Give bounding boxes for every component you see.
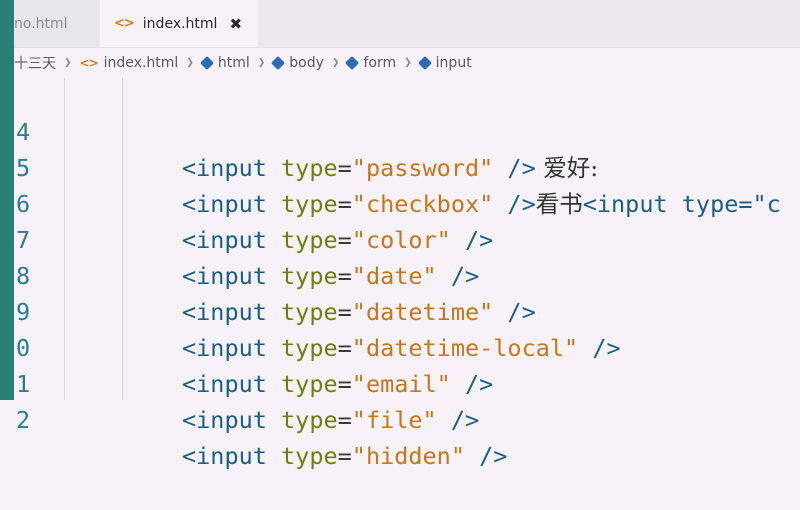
- breadcrumb-body[interactable]: body: [271, 55, 324, 71]
- breadcrumb-label: index.html: [103, 55, 179, 71]
- breadcrumb-folder[interactable]: 十三天: [14, 53, 56, 73]
- code-text: <input type="checkbox" />看书<input type="…: [182, 190, 781, 218]
- cube-icon: [345, 55, 360, 71]
- line-number: 2: [16, 406, 31, 434]
- breadcrumb-file[interactable]: <> index.html: [80, 55, 179, 71]
- breadcrumb-label: body: [289, 55, 324, 71]
- cube-icon: [271, 55, 286, 71]
- tab-bar: no.html <> index.html ✖: [14, 0, 800, 48]
- code-text: <input type="file" />: [182, 406, 480, 434]
- breadcrumb: 十三天 ❯ <> index.html ❯ html ❯ body ❯ form…: [14, 48, 800, 78]
- breadcrumb-label: form: [363, 55, 397, 71]
- code-text: <input type="hidden" />: [182, 442, 508, 470]
- code-line[interactable]: 7 <input type="date" />: [14, 186, 479, 290]
- code-line[interactable]: 8 <input type="datetime" />: [14, 222, 536, 326]
- code-line[interactable]: 9 <input type="datetime-local" />: [14, 258, 621, 362]
- code-text: <input type="email" />: [182, 370, 494, 398]
- cube-icon: [199, 55, 214, 71]
- indent-guide: [122, 78, 123, 400]
- breadcrumb-form[interactable]: form: [345, 55, 397, 71]
- code-text: <input type="datetime-local" />: [182, 334, 621, 362]
- code-line[interactable]: 5 <input type="checkbox" />看书<input type…: [14, 114, 781, 218]
- breadcrumb-html[interactable]: html: [199, 55, 250, 71]
- breadcrumb-input[interactable]: input: [417, 55, 472, 71]
- code-line[interactable]: 0 <input type="email" />: [14, 294, 493, 398]
- chevron-right-icon: ❯: [64, 58, 72, 68]
- tab-label: no.html: [14, 15, 68, 32]
- code-text: <input type="datetime" />: [182, 298, 536, 326]
- breadcrumb-label: input: [435, 55, 472, 71]
- code-icon: <>: [79, 56, 99, 70]
- code-line[interactable]: 6 <input type="color" />: [14, 150, 493, 254]
- code-icon: <>: [114, 16, 135, 31]
- code-editor[interactable]: 4 <input type="password" /> 爱好: 5 <input…: [14, 78, 800, 470]
- chevron-right-icon: ❯: [257, 58, 266, 68]
- chevron-right-icon: ❯: [186, 58, 194, 68]
- chevron-right-icon: ❯: [404, 58, 412, 68]
- chevron-right-icon: ❯: [331, 58, 340, 68]
- code-text: <input type="password" /> 爱好:: [182, 154, 599, 182]
- code-line[interactable]: 1 <input type="file" />: [14, 330, 479, 434]
- code-text: <input type="color" />: [182, 226, 494, 254]
- cube-icon: [417, 55, 432, 71]
- code-text: <input type="date" />: [182, 262, 480, 290]
- breadcrumb-label: html: [217, 55, 250, 71]
- breadcrumb-label: 十三天: [14, 56, 56, 72]
- close-icon[interactable]: ✖: [229, 15, 242, 33]
- tab-demo-html[interactable]: no.html: [14, 0, 98, 47]
- code-line[interactable]: 2 <input type="hidden" />: [14, 366, 507, 470]
- activity-bar: [0, 0, 14, 400]
- tab-index-html[interactable]: <> index.html ✖: [100, 0, 258, 47]
- tab-label: index.html: [142, 15, 218, 32]
- code-line[interactable]: 4 <input type="password" /> 爱好:: [14, 78, 598, 182]
